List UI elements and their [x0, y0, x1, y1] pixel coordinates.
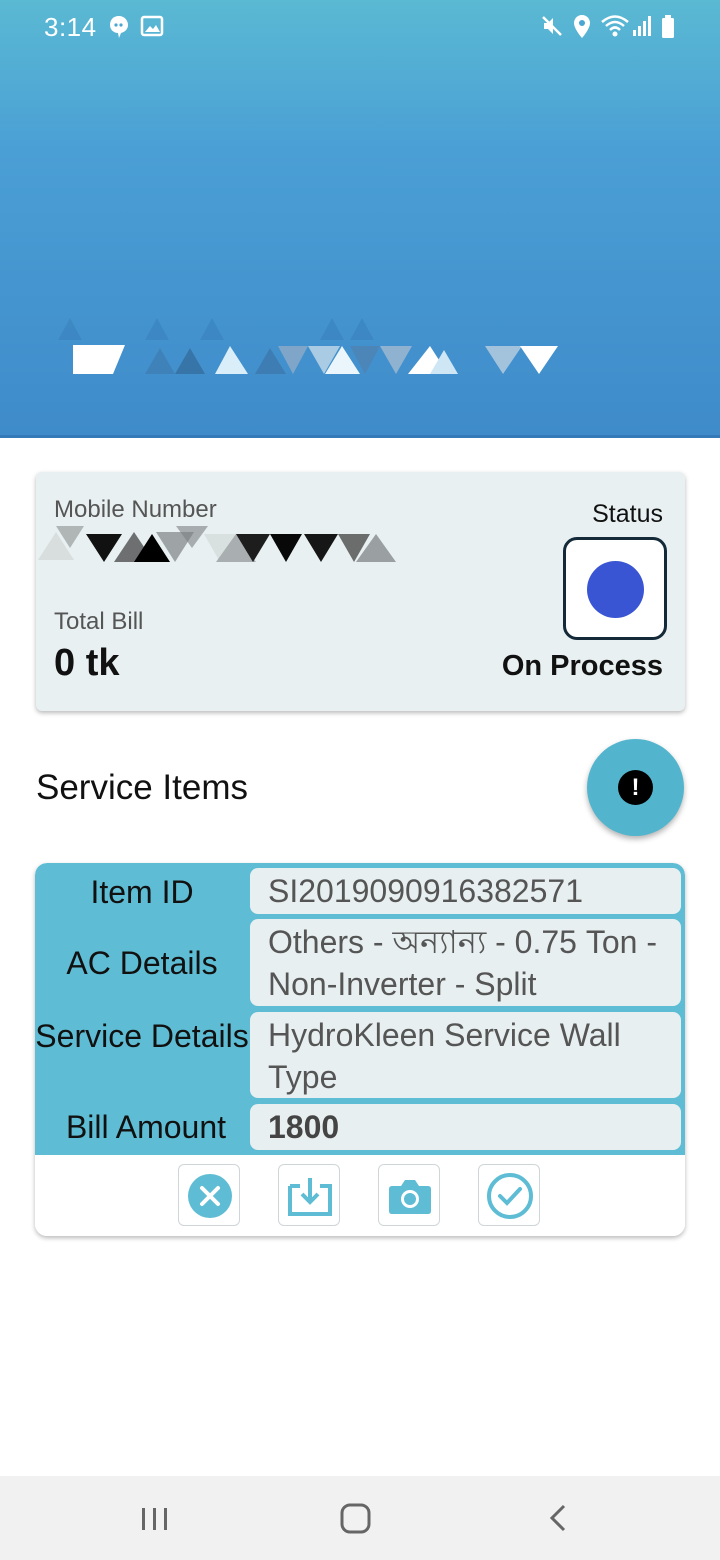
- exclamation-icon: !: [618, 770, 653, 805]
- download-button[interactable]: [278, 1164, 340, 1226]
- ac-details-value: Others - অন্যান্য - 0.75 Ton - Non-Inver…: [250, 919, 681, 1006]
- bill-amount-label: Bill Amount: [65, 1109, 227, 1145]
- location-icon: [572, 14, 592, 45]
- service-item-card: Item ID SI2019090916382571 AC Details Ot…: [35, 863, 685, 1236]
- app-header: 3:14: [0, 0, 720, 438]
- wifi-icon: [600, 14, 630, 43]
- battery-icon: [660, 14, 676, 45]
- signal-icon: [632, 14, 654, 43]
- mute-icon: [540, 14, 564, 43]
- service-items-title: Service Items: [36, 768, 248, 807]
- cancel-icon: [188, 1174, 232, 1218]
- total-bill-label: Total Bill: [54, 608, 144, 635]
- status-text: On Process: [501, 650, 663, 682]
- total-bill-value: 0 tk: [54, 642, 120, 684]
- bill-amount-value: 1800: [250, 1104, 681, 1150]
- item-action-bar: [35, 1155, 685, 1236]
- download-icon: [288, 1178, 332, 1216]
- service-details-label: Service Details: [35, 1018, 249, 1054]
- status-time: 3:14: [44, 12, 97, 42]
- service-details-value: HydroKleen Service Wall Type: [250, 1012, 681, 1098]
- check-icon: [487, 1173, 533, 1219]
- approve-button[interactable]: [478, 1164, 540, 1226]
- item-id-label: Item ID: [90, 874, 194, 910]
- chat-bubble-icon: [108, 14, 130, 45]
- info-fab-button[interactable]: !: [587, 739, 684, 836]
- summary-card: Mobile Number Total Bill 0 tk Status On …: [36, 472, 685, 711]
- camera-button[interactable]: [378, 1164, 440, 1226]
- system-navigation-bar: [0, 1476, 720, 1560]
- status-bar: 3:14: [0, 0, 720, 54]
- service-item-details: Item ID SI2019090916382571 AC Details Ot…: [35, 863, 685, 1155]
- back-icon[interactable]: [544, 1496, 574, 1545]
- camera-icon: [389, 1180, 431, 1214]
- item-id-value: SI2019090916382571: [250, 868, 681, 914]
- status-label: Status: [592, 500, 663, 528]
- recent-apps-icon[interactable]: [138, 1496, 172, 1545]
- cancel-button[interactable]: [178, 1164, 240, 1226]
- ac-details-label: AC Details: [66, 945, 218, 981]
- status-dot: [587, 561, 644, 618]
- home-icon[interactable]: [336, 1496, 376, 1545]
- obscured-mobile-number: [36, 520, 416, 571]
- image-icon: [140, 14, 164, 43]
- obscured-customer-name: [50, 310, 570, 385]
- status-indicator: [563, 537, 667, 640]
